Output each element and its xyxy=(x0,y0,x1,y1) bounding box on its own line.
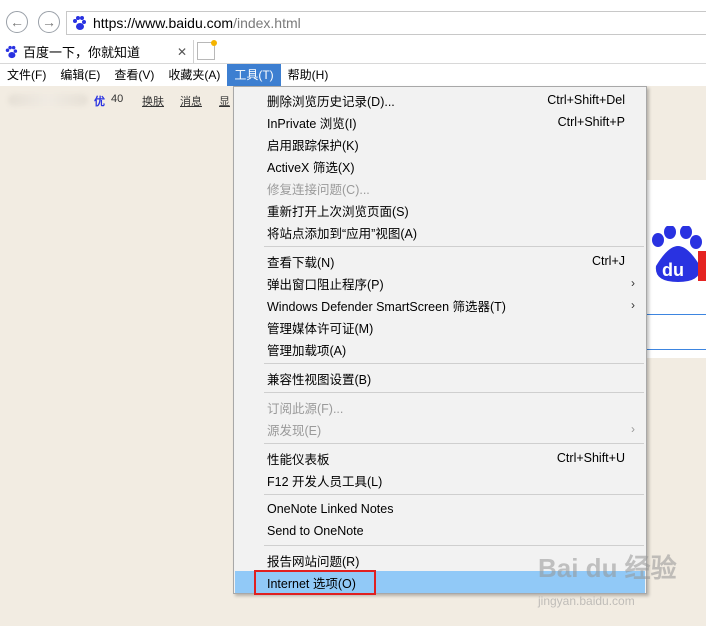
tools-menu: 删除浏览历史记录(D)... Ctrl+Shift+Del InPrivate … xyxy=(233,86,647,594)
menu-item-label: 性能仪表板 xyxy=(267,452,330,467)
menu-item-label: 弹出窗口阻止程序(P) xyxy=(267,277,384,292)
address-input[interactable]: https://www.baidu.com/index.html xyxy=(66,11,706,35)
menu-separator xyxy=(264,392,644,393)
menu-item-popup-blocker[interactable]: 弹出窗口阻止程序(P) › xyxy=(235,272,645,294)
baidu-paw-icon xyxy=(5,45,18,58)
menu-item-performance-dashboard[interactable]: 性能仪表板 Ctrl+Shift+U xyxy=(235,447,645,469)
menu-item-compat-view[interactable]: 兼容性视图设置(B) xyxy=(235,367,645,389)
back-button[interactable]: ← xyxy=(6,11,28,33)
new-tab-button[interactable] xyxy=(197,40,217,60)
blurred-username xyxy=(8,94,88,106)
watermark-url: jingyan.baidu.com xyxy=(538,594,635,608)
menu-view[interactable]: 查看(V) xyxy=(107,64,161,86)
menu-item-label: ActiveX 筛选(X) xyxy=(267,160,355,175)
watermark-logo: Bai du 经验 xyxy=(538,553,677,583)
display-link[interactable]: 显 xyxy=(219,93,230,109)
menu-item-delete-history[interactable]: 删除浏览历史记录(D)... Ctrl+Shift+Del xyxy=(235,89,645,111)
menu-item-shortcut: Ctrl+Shift+P xyxy=(557,115,625,129)
menu-separator xyxy=(264,363,644,364)
menu-item-label: 重新打开上次浏览页面(S) xyxy=(267,204,409,219)
close-icon[interactable]: ✕ xyxy=(177,45,187,59)
menu-item-label: 删除浏览历史记录(D)... xyxy=(267,94,395,109)
menu-item-add-to-apps[interactable]: 将站点添加到“应用”视图(A) xyxy=(235,221,645,243)
arrow-right-icon: → xyxy=(42,14,56,30)
menu-item-label: 订阅此源(F)... xyxy=(267,401,344,416)
forward-button[interactable]: → xyxy=(38,11,60,33)
menu-edit[interactable]: 编辑(E) xyxy=(53,64,107,86)
menu-item-label: 将站点添加到“应用”视图(A) xyxy=(267,226,417,241)
menu-item-label: OneNote Linked Notes xyxy=(267,502,394,516)
menu-item-manage-addons[interactable]: 管理加载项(A) xyxy=(235,338,645,360)
menu-bar: 文件(F) 编辑(E) 查看(V) 收藏夹(A) 工具(T) 帮助(H) xyxy=(0,64,706,86)
menu-item-feed-discovery: 源发现(E) › xyxy=(235,418,645,440)
menu-item-label: Windows Defender SmartScreen 筛选器(T) xyxy=(267,299,506,314)
arrow-left-icon: ← xyxy=(10,14,24,30)
tab-baidu[interactable]: 百度一下，你就知道 ✕ xyxy=(0,40,194,63)
menu-item-f12-devtools[interactable]: F12 开发人员工具(L) xyxy=(235,469,645,491)
message-link[interactable]: 消息 xyxy=(180,93,202,109)
address-bar-row: ← → https://www.baidu.com/index.html xyxy=(0,0,706,44)
menu-item-media-licenses[interactable]: 管理媒体许可证(M) xyxy=(235,316,645,338)
menu-favorites[interactable]: 收藏夹(A) xyxy=(161,64,227,86)
baidu-logo-red xyxy=(698,251,706,281)
menu-item-label: 管理加载项(A) xyxy=(267,343,347,358)
menu-item-label: InPrivate 浏览(I) xyxy=(267,116,357,131)
vip-badge: 优 xyxy=(94,96,105,108)
menu-item-label: 修复连接问题(C)... xyxy=(267,182,370,197)
menu-item-label: 管理媒体许可证(M) xyxy=(267,321,374,336)
menu-separator xyxy=(264,494,644,495)
menu-item-activex-filter[interactable]: ActiveX 筛选(X) xyxy=(235,155,645,177)
url-path: /index.html xyxy=(233,15,301,31)
menu-help[interactable]: 帮助(H) xyxy=(281,64,336,86)
badge-count: 40 xyxy=(111,93,124,105)
tab-title: 百度一下，你就知道 xyxy=(23,45,141,60)
menu-item-label: 报告网站问题(R) xyxy=(267,554,360,569)
menu-item-label: 查看下载(N) xyxy=(267,255,335,270)
chevron-right-icon: › xyxy=(631,422,635,436)
menu-item-subscribe-feed: 订阅此源(F)... xyxy=(235,396,645,418)
menu-item-reopen-session[interactable]: 重新打开上次浏览页面(S) xyxy=(235,199,645,221)
menu-item-label: F12 开发人员工具(L) xyxy=(267,474,383,489)
menu-item-shortcut: Ctrl+J xyxy=(592,254,625,268)
menu-item-shortcut: Ctrl+Shift+Del xyxy=(547,93,625,107)
menu-tools[interactable]: 工具(T) xyxy=(227,64,281,86)
menu-item-inprivate[interactable]: InPrivate 浏览(I) Ctrl+Shift+P xyxy=(235,111,645,133)
menu-item-tracking-protection[interactable]: 启用跟踪保护(K) xyxy=(235,133,645,155)
menu-separator xyxy=(264,443,644,444)
menu-item-view-downloads[interactable]: 查看下载(N) Ctrl+J xyxy=(235,250,645,272)
menu-item-fix-connection: 修复连接问题(C)... xyxy=(235,177,645,199)
search-input[interactable] xyxy=(645,314,706,350)
menu-file[interactable]: 文件(F) xyxy=(0,64,53,86)
menu-item-send-to-onenote[interactable]: Send to OneNote xyxy=(235,520,645,542)
menu-item-shortcut: Ctrl+Shift+U xyxy=(556,451,625,465)
menu-item-label: 兼容性视图设置(B) xyxy=(267,372,372,387)
menu-item-label: Send to OneNote xyxy=(267,524,364,538)
tab-bar: 百度一下，你就知道 ✕ xyxy=(0,40,706,64)
menu-separator xyxy=(264,545,644,546)
chevron-right-icon: › xyxy=(631,276,635,290)
menu-item-onenote-linked[interactable]: OneNote Linked Notes xyxy=(235,498,645,520)
chevron-right-icon: › xyxy=(631,298,635,312)
menu-separator xyxy=(264,246,644,247)
url-host: https://www.baidu.com xyxy=(93,15,234,31)
skin-link[interactable]: 换肤 xyxy=(142,93,164,109)
annotation-highlight-box xyxy=(254,570,376,595)
menu-item-label: 源发现(E) xyxy=(267,423,322,438)
baidu-paw-icon xyxy=(73,16,86,30)
menu-item-smartscreen[interactable]: Windows Defender SmartScreen 筛选器(T) › xyxy=(235,294,645,316)
svg-text:du: du xyxy=(662,260,684,280)
menu-item-label: 启用跟踪保护(K) xyxy=(267,138,359,153)
